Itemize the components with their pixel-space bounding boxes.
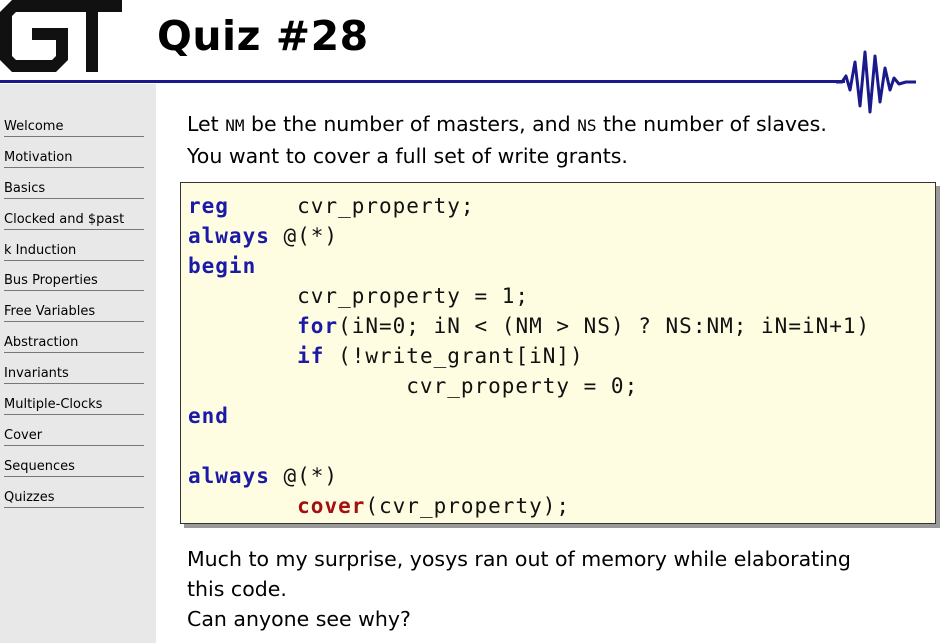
code-block: reg cvr_property; always @(*) begin cvr_… (180, 182, 936, 524)
sidebar-nav: Welcome Motivation Basics Clocked and $p… (4, 118, 144, 520)
intro-paragraph: Let NM be the number of masters, and NS … (187, 109, 927, 171)
code-keyword-always: always (188, 224, 270, 248)
intro-line-2: You want to cover a full set of write gr… (187, 144, 628, 168)
outro-line-3: Can anyone see why? (187, 607, 411, 631)
code-keyword-cover: cover (297, 494, 366, 518)
code-keyword-always: always (188, 464, 270, 488)
sidebar-item-cover[interactable]: Cover (4, 427, 144, 458)
ns-code: NS (577, 116, 597, 135)
sidebar-item-quizzes[interactable]: Quizzes (4, 489, 144, 520)
code-keyword-begin: begin (188, 254, 257, 278)
waveform-icon (836, 50, 916, 114)
sidebar-item-label: Invariants (4, 367, 144, 385)
code-keyword-if: if (297, 344, 325, 368)
sidebar-item-label: Motivation (4, 150, 144, 168)
outro-line-1: Much to my surprise, yosys ran out of me… (187, 547, 851, 571)
sidebar-item-label: Welcome (4, 120, 144, 137)
code-text: (cvr_property); (365, 494, 571, 518)
code-text: cvr_property = 0; (188, 374, 639, 398)
sidebar-item-welcome[interactable]: Welcome (4, 118, 144, 149)
sidebar-item-abstraction[interactable]: Abstraction (4, 334, 144, 365)
intro-text: Let (187, 112, 226, 136)
sidebar-item-free-variables[interactable]: Free Variables (4, 303, 144, 334)
sidebar-item-label: Bus Properties (4, 274, 144, 292)
code-keyword-end: end (188, 404, 229, 428)
nm-code: NM (225, 116, 245, 135)
sidebar-item-label: Quizzes (4, 490, 144, 508)
code-keyword-for: for (297, 314, 339, 338)
intro-text: be the number of masters, and (244, 112, 578, 136)
sidebar-item-basics[interactable]: Basics (4, 180, 144, 211)
sidebar-item-label: Cover (4, 428, 144, 446)
sidebar-item-k-induction[interactable]: k Induction (4, 242, 144, 273)
sidebar-item-label: Clocked and $past (4, 212, 144, 230)
sidebar-item-label: Free Variables (4, 305, 144, 323)
sidebar-item-multiple-clocks[interactable]: Multiple-Clocks (4, 396, 144, 427)
code-text: (!write_grant[iN]) (324, 344, 584, 368)
sidebar-item-label: Multiple-Clocks (4, 398, 144, 416)
code-text: (iN=0; iN < (NM > NS) ? NS:NM; iN=iN+1) (338, 314, 871, 338)
sidebar-item-motivation[interactable]: Motivation (4, 149, 144, 180)
code-text: cvr_property = 1; (188, 284, 530, 308)
page-title: Quiz #28 (157, 12, 369, 60)
outro-line-2: this code. (187, 577, 287, 601)
outro-paragraph: Much to my surprise, yosys ran out of me… (187, 544, 932, 634)
code-text: @(*) (269, 464, 339, 488)
sidebar-item-sequences[interactable]: Sequences (4, 458, 144, 489)
sidebar-item-invariants[interactable]: Invariants (4, 365, 144, 396)
sidebar-item-label: Abstraction (4, 336, 144, 354)
code-listing: reg cvr_property; always @(*) begin cvr_… (188, 191, 870, 521)
intro-text: the number of slaves. (596, 112, 827, 136)
title-underline (0, 80, 845, 83)
gt-logo-icon: GT (0, 0, 122, 72)
sidebar: Welcome Motivation Basics Clocked and $p… (0, 84, 156, 643)
sidebar-item-bus-properties[interactable]: Bus Properties (4, 272, 144, 303)
code-keyword-reg: reg (188, 194, 229, 218)
sidebar-item-label: Sequences (4, 459, 144, 477)
code-text: @(*) (269, 224, 339, 248)
code-text: cvr_property; (228, 194, 475, 218)
sidebar-item-label: Basics (4, 181, 144, 199)
sidebar-item-clocked-and-past[interactable]: Clocked and $past (4, 211, 144, 242)
sidebar-item-label: k Induction (4, 243, 144, 261)
